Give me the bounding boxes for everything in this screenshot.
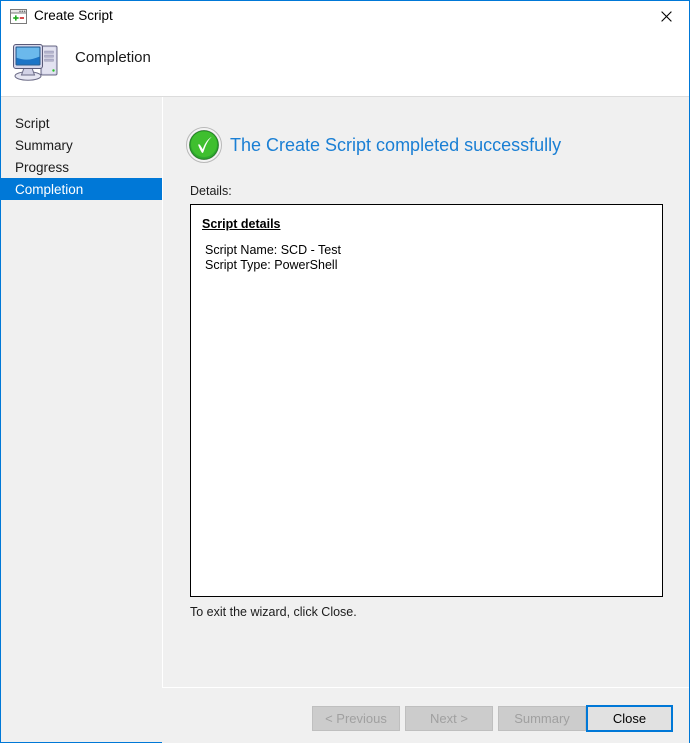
title-bar: Create Script xyxy=(1,1,689,32)
summary-button-label: Summary xyxy=(514,711,570,726)
sidebar-item-completion[interactable]: Completion xyxy=(1,178,162,200)
wizard-sidebar: Script Summary Progress Completion xyxy=(1,97,162,742)
sidebar-item-label: Completion xyxy=(15,182,83,197)
close-button[interactable]: Close xyxy=(586,705,673,732)
details-label: Details: xyxy=(190,184,232,199)
computer-icon xyxy=(11,38,63,86)
window-title: Create Script xyxy=(34,8,113,24)
previous-button-label: < Previous xyxy=(325,711,387,726)
details-line-script-type: Script Type: PowerShell xyxy=(205,258,341,273)
sidebar-item-label: Script xyxy=(15,116,50,131)
next-button-label: Next > xyxy=(430,711,468,726)
completion-status: The Create Script completed successfully xyxy=(185,126,561,164)
sidebar-item-progress[interactable]: Progress xyxy=(1,156,162,178)
sidebar-item-script[interactable]: Script xyxy=(1,112,162,134)
sidebar-item-label: Progress xyxy=(15,160,69,175)
details-heading: Script details xyxy=(202,216,281,232)
success-check-icon xyxy=(185,126,223,164)
wizard-header: Completion xyxy=(1,32,689,97)
close-button-label: Close xyxy=(613,711,646,726)
sidebar-item-summary[interactable]: Summary xyxy=(1,134,162,156)
sidebar-item-label: Summary xyxy=(15,138,73,153)
main-content: The Create Script completed successfully… xyxy=(163,97,689,742)
details-lines: Script Name: SCD - Test Script Type: Pow… xyxy=(205,243,341,273)
wizard-footer: < Previous Next > Summary Close xyxy=(162,688,689,743)
create-script-wizard-window: Create Script xyxy=(0,0,690,743)
summary-button[interactable]: Summary xyxy=(498,706,586,731)
exit-instruction: To exit the wizard, click Close. xyxy=(190,605,357,620)
details-line-script-name: Script Name: SCD - Test xyxy=(205,243,341,258)
completion-status-text: The Create Script completed successfully xyxy=(230,134,561,156)
details-box[interactable]: Script details Script Name: SCD - Test S… xyxy=(190,204,663,597)
next-button[interactable]: Next > xyxy=(405,706,493,731)
page-title: Completion xyxy=(75,48,151,68)
close-icon[interactable] xyxy=(643,1,689,31)
script-window-icon xyxy=(10,9,27,24)
previous-button[interactable]: < Previous xyxy=(312,706,400,731)
